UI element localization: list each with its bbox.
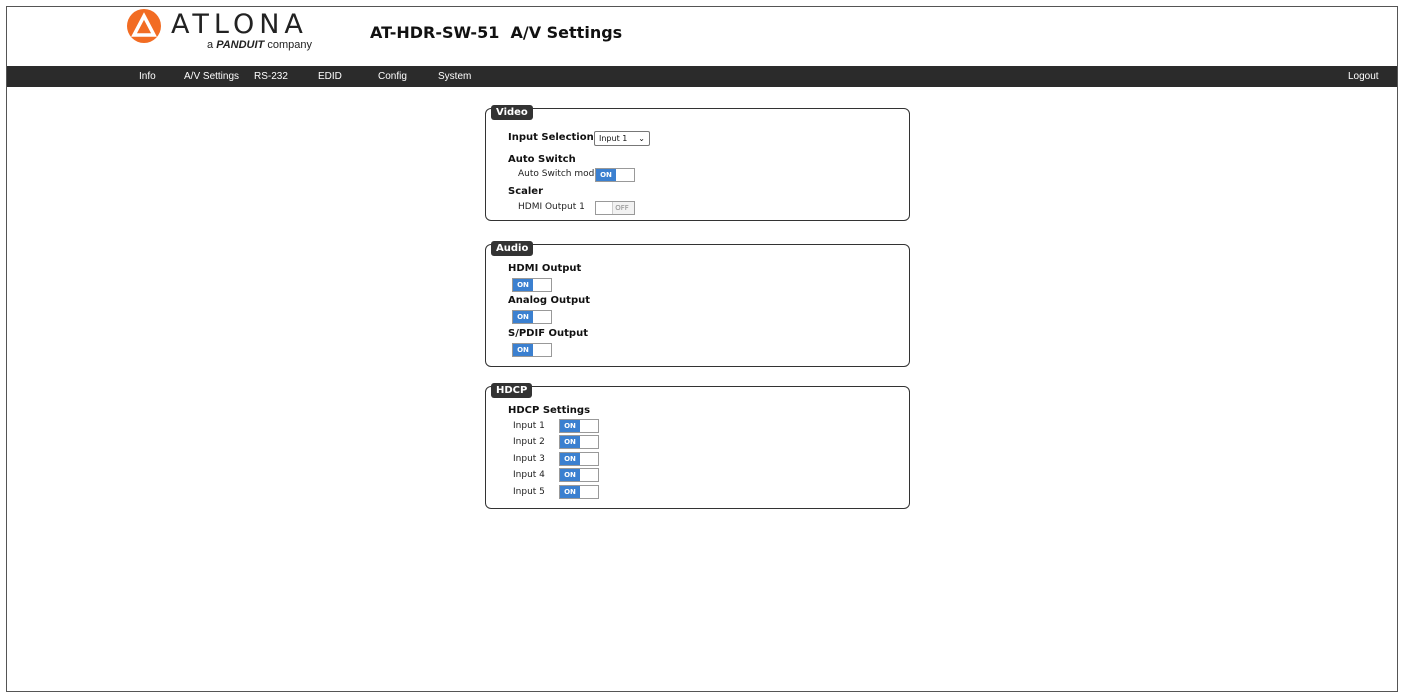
- logo-tagline-prefix: a: [207, 39, 214, 51]
- toggle-on-indicator: ON: [560, 453, 580, 465]
- hdcp-input-1-label: Input 1: [513, 421, 545, 431]
- page-title: AT-HDR-SW-51 A/V Settings: [370, 23, 623, 42]
- input-selection-label: Input Selection: [508, 132, 594, 143]
- auto-switch-mode-toggle[interactable]: ON: [595, 168, 635, 182]
- toggle-on-indicator: ON: [513, 311, 533, 323]
- nav-edid[interactable]: EDID: [318, 66, 342, 87]
- logo-tagline-brand: PANDUIT: [216, 39, 265, 51]
- atlona-logo-icon: [127, 9, 161, 43]
- nav-system[interactable]: System: [438, 66, 471, 87]
- video-legend: Video: [491, 105, 533, 120]
- toggle-on-indicator: ON: [596, 169, 616, 181]
- auto-switch-mode-label: Auto Switch mode: [518, 169, 600, 179]
- atlona-logo: ATLONA a PANDUIT company: [125, 9, 325, 53]
- audio-legend: Audio: [491, 241, 534, 256]
- hdmi-output-audio-toggle[interactable]: ON: [512, 278, 552, 292]
- toggle-on-indicator: ON: [560, 469, 580, 481]
- nav-bar: Info A/V Settings RS-232 EDID Config Sys…: [7, 66, 1397, 87]
- spdif-output-toggle[interactable]: ON: [512, 343, 552, 357]
- hdcp-input-1-toggle[interactable]: ON: [559, 419, 599, 433]
- nav-logout[interactable]: Logout: [1348, 66, 1379, 87]
- nav-av-settings[interactable]: A/V Settings: [184, 66, 239, 87]
- logo-tagline-suffix: company: [267, 39, 312, 51]
- hdcp-input-4-toggle[interactable]: ON: [559, 468, 599, 482]
- hdmi-output-1-scaler-toggle[interactable]: OFF: [595, 201, 635, 215]
- hdmi-output-1-label: HDMI Output 1: [518, 202, 585, 212]
- hdcp-input-4-label: Input 4: [513, 470, 545, 480]
- chevron-down-icon: ⌄: [638, 134, 645, 143]
- hdcp-legend: HDCP: [491, 383, 533, 398]
- toggle-off-indicator: OFF: [615, 204, 629, 212]
- hdcp-input-5-label: Input 5: [513, 487, 545, 497]
- toggle-on-indicator: ON: [513, 279, 533, 291]
- nav-config[interactable]: Config: [378, 66, 407, 87]
- hdcp-input-3-label: Input 3: [513, 454, 545, 464]
- hdcp-input-2-toggle[interactable]: ON: [559, 435, 599, 449]
- nav-rs232[interactable]: RS-232: [254, 66, 288, 87]
- scaler-heading: Scaler: [508, 186, 544, 197]
- audio-panel: Audio HDMI Output ON Analog Output ON S/…: [485, 241, 910, 367]
- hdcp-input-2-label: Input 2: [513, 437, 545, 447]
- toggle-on-indicator: ON: [560, 420, 580, 432]
- hdmi-output-label: HDMI Output: [508, 263, 582, 274]
- hdcp-input-5-toggle[interactable]: ON: [559, 485, 599, 499]
- app-window: ATLONA a PANDUIT company AT-HDR-SW-51 A/…: [6, 6, 1398, 692]
- logo-tagline: a PANDUIT company: [207, 39, 312, 51]
- hdcp-input-3-toggle[interactable]: ON: [559, 452, 599, 466]
- video-panel: Video Input Selection Input 1 ⌄ Auto Swi…: [485, 105, 910, 221]
- analog-output-toggle[interactable]: ON: [512, 310, 552, 324]
- logo-wordmark: ATLONA: [171, 9, 308, 40]
- input-selection-select[interactable]: Input 1 ⌄: [594, 131, 650, 146]
- toggle-on-indicator: ON: [513, 344, 533, 356]
- toggle-on-indicator: ON: [560, 436, 580, 448]
- nav-info[interactable]: Info: [139, 66, 156, 87]
- hdcp-settings-heading: HDCP Settings: [508, 405, 591, 416]
- auto-switch-heading: Auto Switch: [508, 154, 576, 165]
- header: ATLONA a PANDUIT company AT-HDR-SW-51 A/…: [7, 7, 1397, 66]
- spdif-output-label: S/PDIF Output: [508, 328, 588, 339]
- hdcp-panel: HDCP HDCP Settings Input 1 ON Input 2 ON…: [485, 383, 910, 509]
- toggle-knob: [596, 202, 613, 214]
- input-selection-value: Input 1: [599, 134, 628, 143]
- toggle-on-indicator: ON: [560, 486, 580, 498]
- analog-output-label: Analog Output: [508, 295, 591, 306]
